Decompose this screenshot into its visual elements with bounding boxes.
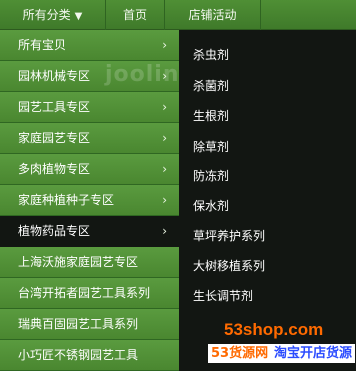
submenu-item[interactable]: 除草剂 <box>193 138 229 156</box>
category-label: 植物药品专区 <box>18 224 91 238</box>
category-label: 园艺工具专区 <box>18 100 91 114</box>
category-item-sweden-bahco[interactable]: 瑞典百固园艺工具系列 <box>0 309 179 340</box>
submenu-item[interactable]: 生长调节剂 <box>193 287 253 305</box>
brand-cn-right: 淘宝开店货源 <box>271 344 356 363</box>
chevron-right-icon: › <box>162 100 167 114</box>
brand-site-text: 53shop.com <box>224 320 324 339</box>
category-item-seeds[interactable]: 家庭种植种子专区 › <box>0 185 179 216</box>
category-item-succulents[interactable]: 多肉植物专区 › <box>0 154 179 185</box>
chevron-right-icon: › <box>162 224 167 238</box>
category-label: 瑞典百固园艺工具系列 <box>18 317 139 331</box>
category-label: 小巧匠不锈钢园艺工具 <box>18 348 139 362</box>
home-tab[interactable]: 首页 <box>106 0 164 30</box>
chevron-right-icon: › <box>162 162 167 176</box>
brand-watermark: 53shop.com 53货源网 淘宝开店货源 <box>208 320 356 368</box>
category-item-all[interactable]: 所有宝贝 › <box>0 30 179 61</box>
store-events-tab[interactable]: 店铺活动 <box>165 0 260 30</box>
submenu-item[interactable]: 保水剂 <box>193 197 229 215</box>
category-label: 所有宝贝 <box>18 38 67 52</box>
category-item-taiwan-pioneer[interactable]: 台湾开拓者园艺工具系列 <box>0 278 179 309</box>
submenu-item[interactable]: 杀虫剂 <box>193 46 229 64</box>
submenu-panel: 杀虫剂 杀菌剂 生根剂 除草剂 防冻剂 保水剂 草坪养护系列 大树移植系列 生长… <box>179 30 356 368</box>
dropdown-caret-icon: ▼ <box>74 11 83 22</box>
all-categories-label: 所有分类 <box>22 8 71 22</box>
category-item-plant-medicine[interactable]: 植物药品专区 › <box>0 216 179 247</box>
category-item-home-gardening[interactable]: 家庭园艺专区 › <box>0 123 179 154</box>
chevron-right-icon: › <box>162 38 167 52</box>
all-categories-tab[interactable]: 所有分类 ▼ <box>0 0 105 30</box>
submenu-item[interactable]: 杀菌剂 <box>193 77 229 95</box>
category-label: 上海沃施家庭园艺专区 <box>18 255 139 269</box>
nav-divider <box>260 0 261 30</box>
submenu-item[interactable]: 草坪养护系列 <box>193 227 265 245</box>
brand-cn-left: 53货源网 <box>208 344 272 363</box>
submenu-item[interactable]: 大树移植系列 <box>193 257 265 275</box>
top-navigation-bar: 所有分类 ▼ 首页 店铺活动 <box>0 0 356 30</box>
category-item-garden-tools[interactable]: 园艺工具专区 › <box>0 92 179 123</box>
chevron-right-icon: › <box>162 131 167 145</box>
submenu-item[interactable]: 生根剂 <box>193 107 229 125</box>
category-label: 家庭种植种子专区 <box>18 193 115 207</box>
category-label: 家庭园艺专区 <box>18 131 91 145</box>
category-label: 园林机械专区 <box>18 69 91 83</box>
submenu-item[interactable]: 防冻剂 <box>193 167 229 185</box>
chevron-right-icon: › <box>162 193 167 207</box>
category-label: 台湾开拓者园艺工具系列 <box>18 286 151 300</box>
category-label: 多肉植物专区 <box>18 162 91 176</box>
category-item-shanghai-worth[interactable]: 上海沃施家庭园艺专区 <box>0 247 179 278</box>
category-item-stainless-tools[interactable]: 小巧匠不锈钢园艺工具 <box>0 340 179 371</box>
